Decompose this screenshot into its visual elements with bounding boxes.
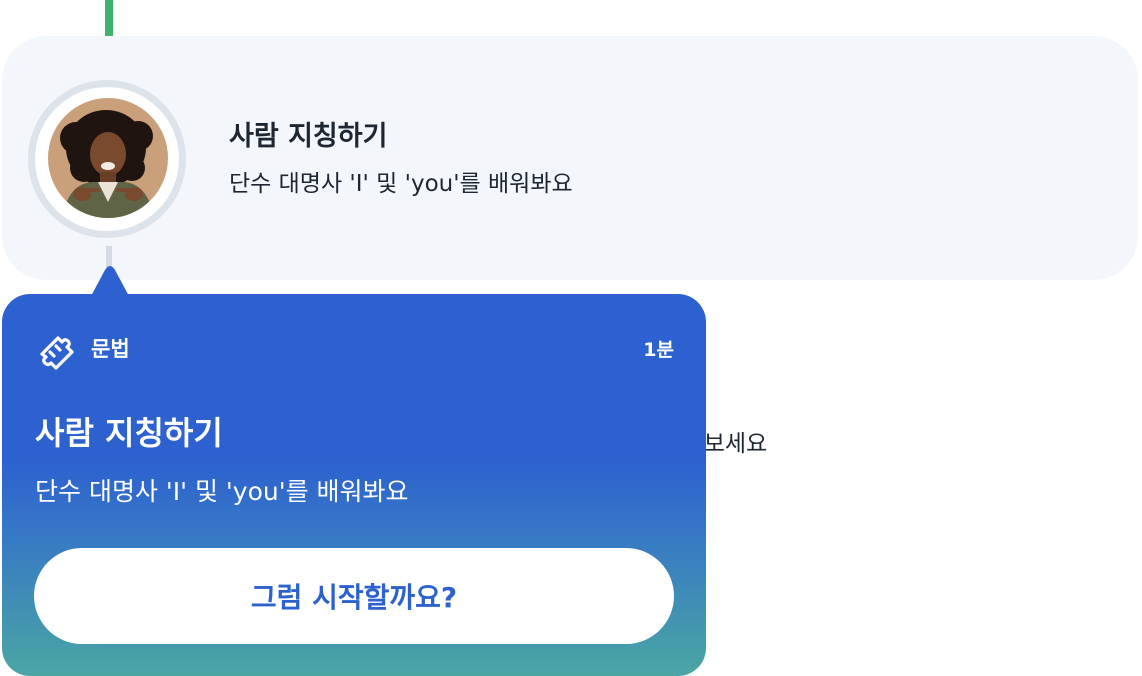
category-label: 문법 <box>91 337 130 361</box>
popup-title: 사람 지칭하기 <box>35 414 223 452</box>
lesson-popup: 문법 1분 사람 지칭하기 단수 대명사 'I' 및 'you'를 배워봐요 그… <box>2 294 706 676</box>
start-lesson-button[interactable]: 그럼 시작할까요? <box>34 548 674 644</box>
lesson-path: 사람 지칭하기 단수 대명사 'I' 및 'you'를 배워봐요 l 보세요 문… <box>0 0 1142 676</box>
avatar[interactable] <box>48 98 168 218</box>
lesson-title: 사람 지칭하기 <box>229 121 388 152</box>
avatar-image <box>48 98 168 218</box>
duration-label: 1분 <box>643 339 674 361</box>
popup-subtitle: 단수 대명사 'I' 및 'you'를 배워봐요 <box>35 477 409 506</box>
lesson-subtitle: 단수 대명사 'I' 및 'you'를 배워봐요 <box>229 171 573 197</box>
popup-pointer <box>90 266 130 298</box>
puzzle-piece-icon <box>40 336 74 370</box>
